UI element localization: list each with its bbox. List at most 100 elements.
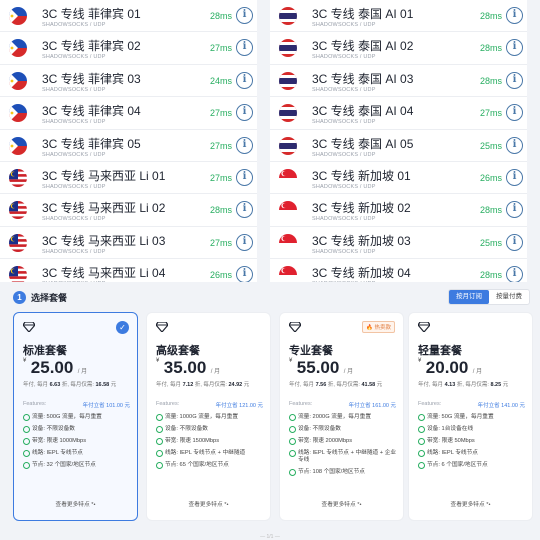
plan-price: ¥ 35.00 / 月	[156, 358, 220, 378]
server-row[interactable]: 3C 专线 泰国 AI 01 SHADOWSOCKS / UDP 28ms i	[270, 0, 527, 33]
server-name: 3C 专线 菲律宾 02	[42, 39, 141, 54]
info-icon[interactable]: i	[506, 71, 523, 89]
features-header: Features: 年付立省 141.00 元	[418, 401, 525, 409]
server-latency: 25ms	[479, 140, 502, 151]
thailand-flag-icon	[279, 136, 297, 155]
billing-monthly-option[interactable]: 按月订阅	[449, 290, 489, 304]
server-protocol: SHADOWSOCKS / UDP	[312, 183, 376, 190]
malaysia-flag-icon	[9, 266, 27, 282]
server-row[interactable]: 3C 专线 菲律宾 05 SHADOWSOCKS / UDP 27ms i	[0, 129, 257, 162]
server-name: 3C 专线 泰国 AI 02	[312, 39, 414, 54]
yearly-mid: 折, 每月仅需:	[61, 382, 94, 388]
see-more-link[interactable]: 查看更多特点 *•	[14, 499, 137, 508]
feature-item: 线路: IEPL 专线节点	[23, 450, 133, 457]
yearly-monthly-price: 24.92	[228, 382, 243, 388]
server-row[interactable]: 3C 专线 新加坡 01 SHADOWSOCKS / UDP 26ms i	[270, 161, 527, 195]
info-icon[interactable]: i	[506, 7, 523, 24]
server-row[interactable]: 3C 专线 菲律宾 01 SHADOWSOCKS / UDP 28ms i	[0, 0, 257, 33]
price-unit: / 月	[472, 369, 483, 375]
info-icon[interactable]: i	[236, 201, 253, 219]
info-icon[interactable]: i	[506, 168, 523, 186]
server-latency: 27ms	[209, 43, 232, 54]
info-icon[interactable]: i	[236, 104, 253, 122]
server-protocol: SHADOWSOCKS / UDP	[312, 248, 376, 255]
server-row[interactable]: 3C 专线 马来西亚 Li 04SHADOWSOCKS / UDP26msi	[0, 259, 257, 282]
feature-item: 带宽: 限速 1000Mbps	[23, 438, 133, 445]
see-more-link[interactable]: 查看更多特点 *•	[147, 499, 270, 508]
section-title: 选择套餐	[31, 293, 68, 303]
info-icon[interactable]: i	[506, 266, 523, 282]
info-icon[interactable]: i	[506, 39, 523, 57]
server-row[interactable]: 3C 专线 泰国 AI 05 SHADOWSOCKS / UDP 25ms i	[270, 129, 527, 162]
malaysia-flag-icon	[9, 201, 27, 220]
server-row[interactable]: 3C 专线 菲律宾 03 SHADOWSOCKS / UDP 24ms i	[0, 64, 257, 98]
plan-name: 标准套餐	[23, 345, 67, 357]
yearly-monthly-price: 41.58	[361, 382, 376, 388]
philippines-flag-icon	[9, 136, 27, 155]
features-label: Features:	[289, 401, 313, 407]
info-icon[interactable]: i	[236, 266, 253, 282]
info-icon[interactable]: i	[506, 233, 523, 251]
features-header: Features: 年付立省 161.00 元	[289, 401, 396, 409]
feature-item: 带宽: 限速 2000Mbps	[289, 438, 399, 445]
server-name: 3C 专线 马来西亚 Li 04	[42, 266, 166, 281]
feature-item: 设备: 不限设备数	[289, 426, 399, 433]
server-protocol: SHADOWSOCKS / UDP	[42, 86, 106, 93]
server-row[interactable]: 3C 专线 新加坡 04SHADOWSOCKS / UDP28msi	[270, 259, 527, 282]
info-icon[interactable]: i	[506, 104, 523, 122]
billing-usage-option[interactable]: 按量付费	[489, 290, 529, 304]
yearly-saving: 年付立省 101.00 元	[82, 403, 130, 409]
plan-card[interactable]: 轻量套餐 ¥ 20.00 / 月 年付, 每月 4.13 折, 每月仅需: 8.…	[408, 312, 533, 521]
yearly-saving: 年付立省 121.00 元	[215, 403, 263, 409]
plan-card[interactable]: ✓ 标准套餐 ¥ 25.00 / 月 年付, 每月 6.63 折, 每月仅需: 1…	[13, 312, 138, 521]
info-icon[interactable]: i	[506, 136, 523, 154]
feature-list: 流量: 1000G 流量，每月重置 设备: 不限设备数 带宽: 限速 1500Mbp…	[156, 414, 266, 474]
info-icon[interactable]: i	[236, 39, 253, 57]
server-name: 3C 专线 菲律宾 05	[42, 136, 141, 151]
server-row[interactable]: 3C 专线 泰国 AI 02 SHADOWSOCKS / UDP 28ms i	[270, 32, 527, 65]
yearly-saving: 年付立省 161.00 元	[348, 403, 396, 409]
info-icon[interactable]: i	[236, 136, 253, 154]
yearly-summary: 年付, 每月 7.56 折, 每月仅需: 41.58 元	[289, 380, 382, 388]
info-icon[interactable]: i	[236, 233, 253, 251]
malaysia-flag-icon	[9, 168, 27, 187]
plan-card[interactable]: 高级套餐 ¥ 35.00 / 月 年付, 每月 7.12 折, 每月仅需: 24…	[146, 312, 271, 521]
server-row[interactable]: 3C 专线 泰国 AI 04 SHADOWSOCKS / UDP 27ms i	[270, 97, 527, 130]
server-row[interactable]: 3C 专线 新加坡 02 SHADOWSOCKS / UDP 28ms i	[270, 194, 527, 227]
plan-price: ¥ 55.00 / 月	[289, 358, 353, 378]
server-latency: 28ms	[479, 270, 502, 281]
info-icon[interactable]: i	[236, 168, 253, 186]
server-column-right: 3C 专线 泰国 AI 01 SHADOWSOCKS / UDP 28ms i 3C 专…	[270, 0, 527, 282]
see-more-link[interactable]: 查看更多特点 *•	[280, 499, 403, 508]
features-label: Features:	[156, 401, 180, 407]
server-latency: 28ms	[479, 205, 502, 216]
yearly-prefix: 年付, 每月	[23, 382, 49, 388]
server-row[interactable]: 3C 专线 马来西亚 Li 03 SHADOWSOCKS / UDP 27ms i	[0, 226, 257, 260]
currency-symbol: ¥	[418, 358, 422, 364]
singapore-flag-icon	[279, 168, 297, 187]
info-icon[interactable]: i	[506, 201, 523, 219]
philippines-flag-icon	[9, 39, 27, 58]
server-row[interactable]: 3C 专线 马来西亚 Li 02 SHADOWSOCKS / UDP 28ms i	[0, 194, 257, 227]
plan-card[interactable]: 🔥 热卖款 专业套餐 ¥ 55.00 / 月 年付, 每月 7.56 折, 每月仅…	[279, 312, 404, 521]
server-row[interactable]: 3C 专线 泰国 AI 03 SHADOWSOCKS / UDP 28ms i	[270, 64, 527, 98]
feature-item: 流量: 2000G 流量，每月重置	[289, 414, 399, 421]
plan-price: ¥ 20.00 / 月	[418, 358, 482, 378]
page-indicator: — 1/1 —	[260, 534, 280, 540]
see-more-link[interactable]: 查看更多特点 *•	[409, 499, 532, 508]
yearly-suffix: 元	[243, 382, 250, 388]
info-icon[interactable]: i	[236, 71, 253, 89]
price-unit: / 月	[210, 369, 221, 375]
features-header: Features: 年付立省 121.00 元	[156, 401, 263, 409]
billing-toggle[interactable]: 按月订阅 按量付费	[448, 289, 530, 305]
server-row[interactable]: 3C 专线 菲律宾 02 SHADOWSOCKS / UDP 27ms i	[0, 32, 257, 65]
server-list: 3C 专线 菲律宾 01 SHADOWSOCKS / UDP 28ms i 3C 专线 …	[0, 0, 540, 282]
server-row[interactable]: 3C 专线 新加坡 03 SHADOWSOCKS / UDP 25ms i	[270, 226, 527, 260]
column-gap	[257, 0, 270, 282]
info-icon[interactable]: i	[236, 7, 253, 24]
server-row[interactable]: 3C 专线 菲律宾 04 SHADOWSOCKS / UDP 27ms i	[0, 97, 257, 130]
yearly-prefix: 年付, 每月	[156, 382, 182, 388]
server-row[interactable]: 3C 专线 马来西亚 Li 01 SHADOWSOCKS / UDP 27ms i	[0, 161, 257, 195]
server-latency: 26ms	[479, 172, 502, 183]
server-protocol: SHADOWSOCKS / UDP	[42, 119, 106, 126]
